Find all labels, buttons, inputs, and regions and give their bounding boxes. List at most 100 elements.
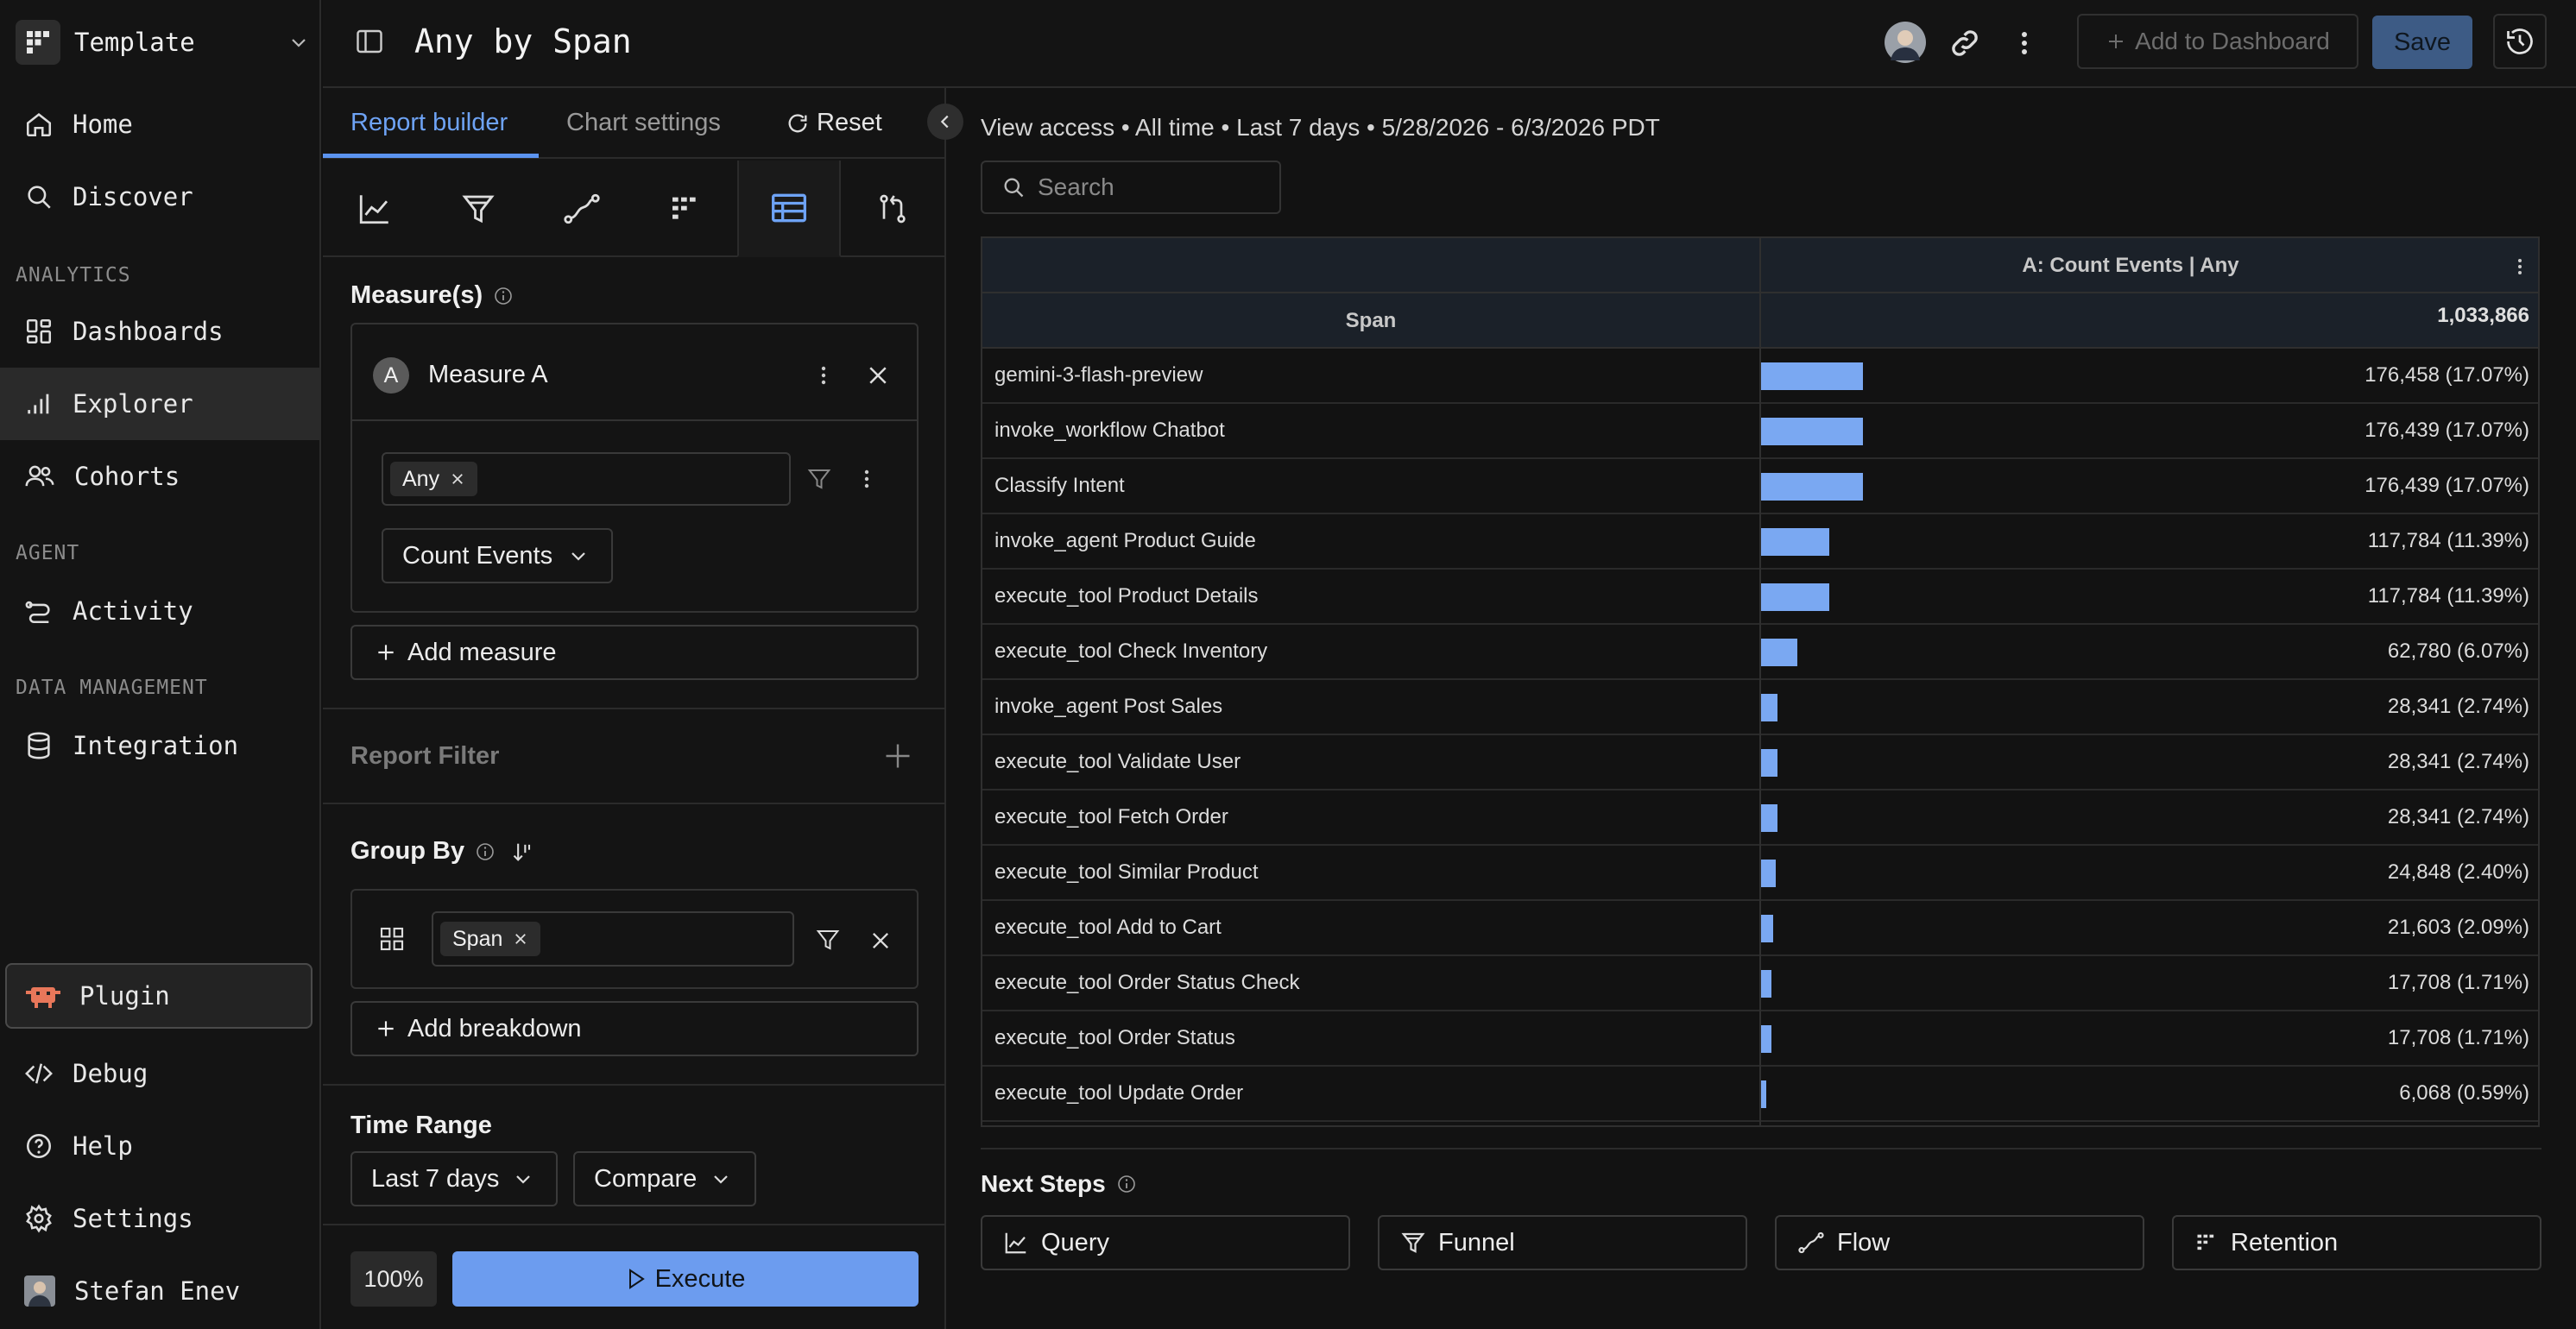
nav-home[interactable]: Home — [0, 88, 321, 161]
tab-chart-settings[interactable]: Chart settings — [566, 109, 721, 137]
compare-select[interactable]: Compare — [573, 1151, 756, 1206]
nav-activity[interactable]: Activity — [0, 575, 321, 647]
save-button[interactable]: Save — [2372, 16, 2472, 69]
info-icon[interactable] — [493, 286, 514, 306]
plus-icon — [375, 1017, 397, 1040]
tab-report-builder[interactable]: Report builder — [350, 109, 508, 137]
close-icon[interactable] — [865, 362, 891, 388]
add-filter-plus-icon[interactable] — [882, 740, 913, 772]
add-measure-button[interactable]: Add measure — [350, 625, 919, 680]
nav-discover[interactable]: Discover — [0, 161, 321, 233]
nav-explorer[interactable]: Explorer — [0, 368, 321, 440]
info-icon[interactable] — [1116, 1174, 1137, 1194]
nav-home-label: Home — [73, 110, 133, 139]
execute-button[interactable]: Execute — [452, 1251, 919, 1307]
info-icon[interactable] — [475, 841, 496, 862]
span-name-cell: execute_tool Product Details — [994, 584, 1259, 608]
column-divider — [1759, 238, 1761, 1125]
funnel-type[interactable] — [426, 161, 530, 257]
table-row[interactable]: execute_tool Fetch Order 28,341 (2.74%) — [982, 790, 2538, 846]
workspace-switcher[interactable]: Template — [16, 16, 309, 69]
nav-debug[interactable]: Debug — [0, 1037, 321, 1110]
flow-type[interactable] — [530, 161, 634, 257]
retention-type[interactable] — [634, 161, 737, 257]
flow-icon — [1797, 1230, 1825, 1256]
sort-icon[interactable] — [511, 840, 535, 864]
nav-integration[interactable]: Integration — [0, 709, 321, 782]
event-chip-label: Any — [402, 466, 440, 491]
measure-name[interactable]: Measure A — [428, 361, 548, 389]
search-box[interactable] — [981, 161, 1281, 214]
filter-icon[interactable] — [806, 466, 832, 492]
column-header-span[interactable]: Span — [982, 309, 1759, 333]
section-analytics: ANALYTICS — [16, 264, 131, 287]
nav-user[interactable]: Stefan Enev — [0, 1255, 321, 1327]
chart-type-selector — [323, 161, 944, 257]
nav-settings[interactable]: Settings — [0, 1182, 321, 1255]
table-row[interactable]: invoke_workflow Chatbot 176,439 (17.07%) — [982, 404, 2538, 459]
close-icon[interactable] — [450, 471, 465, 487]
close-icon[interactable] — [868, 929, 893, 953]
link-icon[interactable] — [1948, 26, 1982, 60]
table-row[interactable]: execute_tool Check Inventory 62,780 (6.07… — [982, 625, 2538, 680]
add-breakdown-button[interactable]: Add breakdown — [350, 1001, 919, 1056]
add-to-dashboard-button[interactable]: Add to Dashboard — [2077, 14, 2358, 69]
aggregation-select[interactable]: Count Events — [382, 528, 613, 583]
filter-icon[interactable] — [815, 927, 841, 953]
next-step-retention-button[interactable]: Retention — [2172, 1215, 2541, 1270]
zoom-level[interactable]: 100% — [350, 1251, 437, 1307]
group-by-input[interactable]: Span — [432, 911, 794, 967]
table-row[interactable]: execute_tool Similar Product 24,848 (2.40… — [982, 846, 2538, 901]
close-icon[interactable] — [513, 931, 528, 947]
table-row[interactable]: invoke_agent Post Sales 28,341 (2.74%) — [982, 680, 2538, 735]
nav-help-label: Help — [73, 1131, 133, 1161]
nav-cohorts[interactable]: Cohorts — [0, 440, 321, 513]
nav-help[interactable]: Help — [0, 1110, 321, 1182]
collapse-panel-button[interactable] — [927, 104, 963, 140]
count-value-cell: 117,784 (11.39%) — [2367, 529, 2529, 552]
table-row[interactable]: gemini-3-flash-preview 176,458 (17.07%) — [982, 349, 2538, 404]
count-value-cell: 176,439 (17.07%) — [2364, 419, 2529, 442]
refresh-icon — [786, 111, 810, 135]
count-value-cell: 28,341 (2.74%) — [2387, 805, 2529, 828]
avatar[interactable] — [1884, 21, 1927, 64]
report-builder-panel: Report builder Chart settings Reset Meas… — [323, 88, 963, 1329]
next-step-flow-button[interactable]: Flow — [1775, 1215, 2144, 1270]
table-row[interactable]: execute_tool Order Status 17,708 (1.71%) — [982, 1011, 2538, 1067]
more-vertical-icon[interactable] — [862, 466, 872, 492]
table-row[interactable]: execute_tool Validate User 28,341 (2.74%) — [982, 735, 2538, 790]
table-type[interactable] — [737, 161, 841, 257]
table-row[interactable]: execute_tool Update Order 6,068 (0.59%) — [982, 1067, 2538, 1122]
sankey-type[interactable] — [841, 161, 944, 257]
sidebar: Template Home Discover ANALYTICS Dashboa… — [0, 0, 321, 1329]
git-compare-icon — [875, 192, 910, 226]
nav-plugin[interactable]: Plugin — [5, 963, 313, 1029]
table-row[interactable]: Classify Intent 176,439 (17.07%) — [982, 459, 2538, 514]
time-range-select[interactable]: Last 7 days — [350, 1151, 558, 1206]
event-filter-input[interactable]: Any — [382, 452, 791, 506]
more-vertical-icon[interactable] — [818, 362, 829, 388]
table-row[interactable]: execute_tool Order Status Check 17,708 (1… — [982, 956, 2538, 1011]
more-vertical-icon[interactable] — [2018, 26, 2030, 60]
value-bar — [1761, 970, 1771, 998]
table-header-row: Span 1,033,866 — [982, 293, 2538, 349]
table-row[interactable]: execute_tool Add to Cart 21,603 (2.09%) — [982, 901, 2538, 956]
more-vertical-icon[interactable] — [2516, 255, 2524, 278]
next-step-query-button[interactable]: Query — [981, 1215, 1350, 1270]
table-row[interactable]: invoke_agent Product Guide 117,784 (11.39… — [982, 514, 2538, 570]
line-chart-type[interactable] — [323, 161, 426, 257]
search-input[interactable] — [1038, 173, 1262, 201]
column-header-measure[interactable]: A: Count Events | Any — [1761, 254, 2500, 278]
count-value-cell: 28,341 (2.74%) — [2387, 750, 2529, 773]
measure-card: A Measure A Any Count Events — [350, 323, 919, 613]
span-name-cell: execute_tool Validate User — [994, 750, 1241, 773]
nav-dashboards[interactable]: Dashboards — [0, 295, 321, 368]
sidebar-toggle-icon[interactable] — [354, 26, 385, 57]
history-button[interactable] — [2493, 14, 2547, 69]
page-title: Any by Span — [414, 22, 632, 60]
span-name-cell: execute_tool Similar Product — [994, 860, 1259, 884]
next-step-funnel-button[interactable]: Funnel — [1378, 1215, 1747, 1270]
table-row[interactable]: execute_tool Product Details 117,784 (11.… — [982, 570, 2538, 625]
database-icon — [24, 731, 54, 760]
reset-button[interactable]: Reset — [786, 109, 882, 137]
